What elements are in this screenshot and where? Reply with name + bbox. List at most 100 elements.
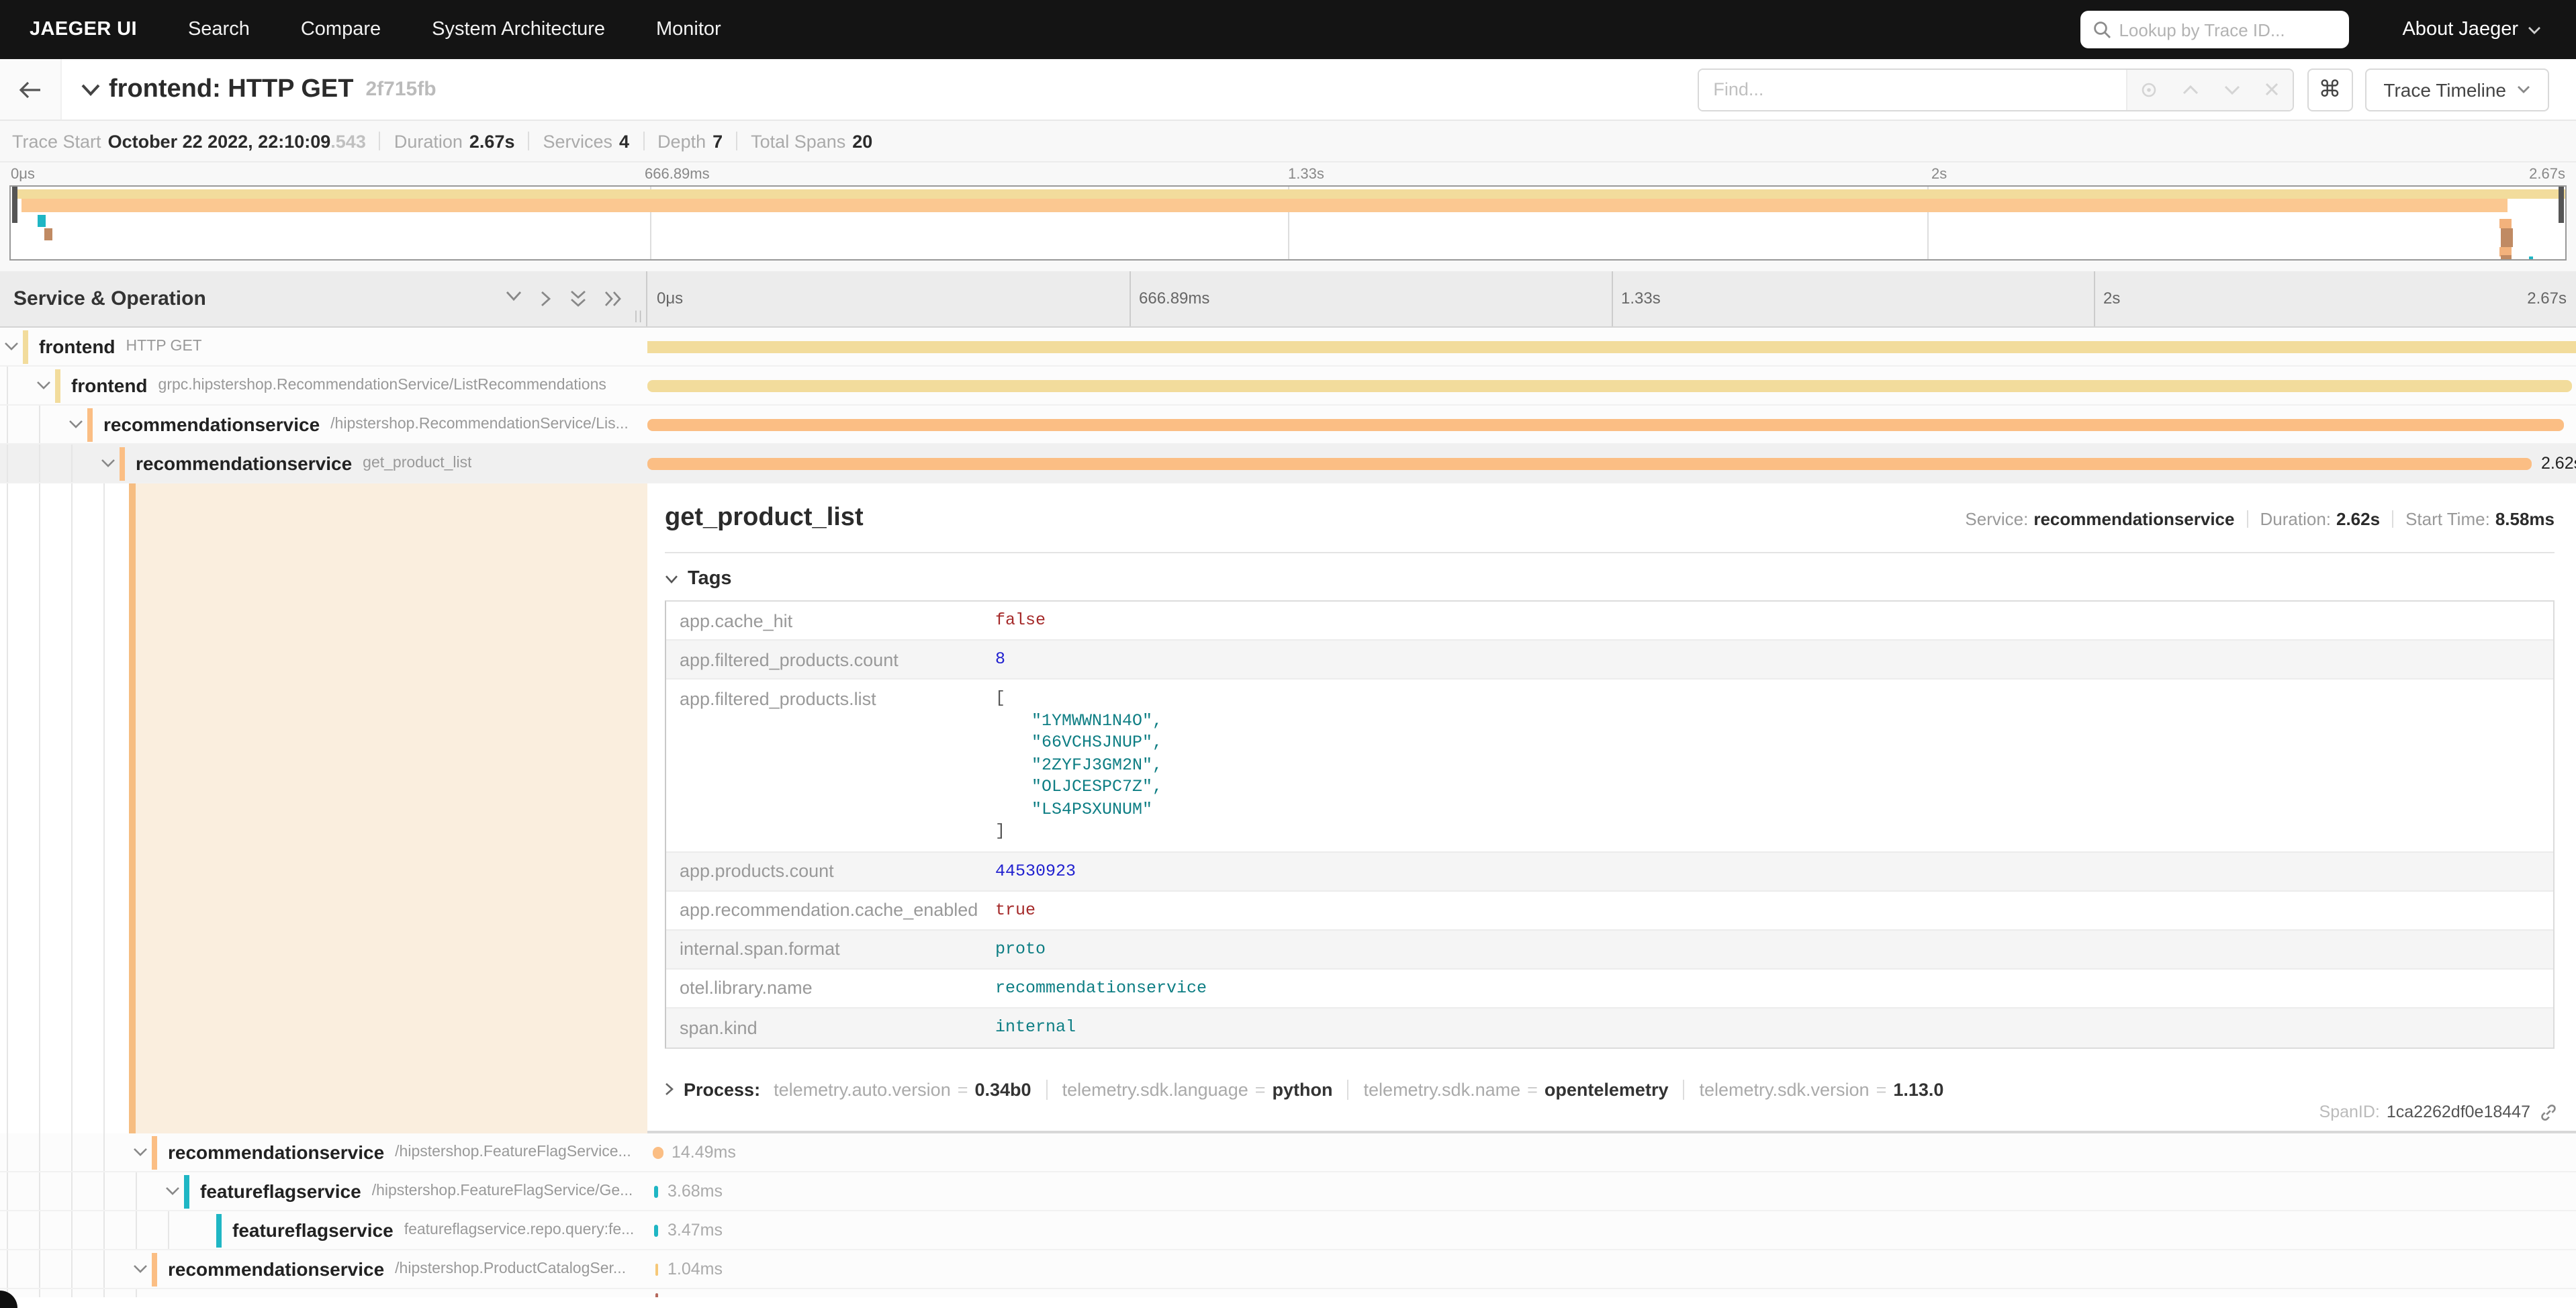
- collapse-trace-chevron-icon[interactable]: [81, 83, 101, 96]
- minimap-span-bar: [44, 228, 52, 240]
- span-detail-panel: get_product_list Service:recommendations…: [647, 483, 2576, 1133]
- tags-section-toggle[interactable]: Tags: [665, 568, 2555, 590]
- span-duration-bar[interactable]: [653, 1147, 663, 1159]
- tag-row: otel.library.name recommendationservice: [666, 969, 2553, 1008]
- focus-target-icon[interactable]: [2140, 80, 2158, 99]
- trace-depth: Depth 7: [657, 131, 723, 151]
- trace-lookup-input[interactable]: [2119, 19, 2355, 40]
- span-row-featureflagservice-repo-query[interactable]: featureflagservice featureflagservice.re…: [0, 1211, 2576, 1250]
- minimap-span-bar: [2501, 228, 2514, 238]
- tree-collapse-controls: [505, 290, 622, 308]
- minimap-span-bar: [21, 199, 2507, 212]
- search-icon: [2092, 20, 2111, 39]
- trace-view-selector[interactable]: Trace Timeline: [2364, 68, 2549, 111]
- nav-item-search[interactable]: Search: [188, 19, 250, 40]
- span-detail-title: get_product_list: [665, 504, 864, 533]
- trace-header-bar: frontend: HTTP GET 2f715fb: [0, 59, 2576, 121]
- nav-right: About Jaeger: [2080, 11, 2576, 48]
- top-navbar: JAEGER UI Search Compare System Architec…: [0, 0, 2576, 59]
- chevron-down-icon[interactable]: [161, 1186, 184, 1197]
- prev-match-icon[interactable]: [2183, 84, 2199, 95]
- trace-duration: Duration 2.67s: [394, 131, 515, 151]
- selected-span-color-bar: [129, 483, 136, 1133]
- header-controls: ⌘ Trace Timeline: [1697, 68, 2549, 111]
- about-jaeger-label: About Jaeger: [2402, 19, 2518, 40]
- chevron-down-icon[interactable]: [129, 1264, 152, 1274]
- chevron-down-icon[interactable]: [129, 1147, 152, 1158]
- span-duration-bar[interactable]: [647, 419, 2565, 431]
- command-icon: ⌘: [2318, 76, 2341, 103]
- tag-row: app.filtered_products.count 8: [666, 641, 2553, 680]
- find-controls: [2125, 69, 2292, 109]
- service-operation-title: Service & Operation: [13, 287, 206, 310]
- main-nav: Search Compare System Architecture Monit…: [188, 19, 721, 40]
- span-row-frontend-grpc[interactable]: frontend grpc.hipstershop.Recommendation…: [0, 367, 2576, 406]
- clear-find-icon[interactable]: [2265, 82, 2280, 97]
- minimap-span-bar: [2501, 255, 2512, 261]
- next-match-icon[interactable]: [2224, 84, 2240, 95]
- span-row-recommendationservice-list[interactable]: recommendationservice /hipstershop.Recom…: [0, 406, 2576, 445]
- minimap-right-handle[interactable]: [2559, 187, 2564, 223]
- span-duration-bar[interactable]: [654, 1186, 658, 1198]
- expand-all-icon[interactable]: [604, 290, 622, 308]
- about-jaeger-menu[interactable]: About Jaeger: [2402, 19, 2541, 40]
- tag-row: app.cache_hit false: [666, 602, 2553, 641]
- process-section-toggle[interactable]: Process: telemetry.auto.version=0.34b0 t…: [665, 1079, 2555, 1099]
- chevron-down-icon[interactable]: [64, 419, 87, 430]
- trace-start: Trace Start October 22 2022, 22:10:09.54…: [12, 131, 366, 151]
- trace-title: frontend: HTTP GET: [109, 75, 354, 104]
- service-operation-header: Service & Operation: [0, 271, 647, 326]
- tag-row: app.filtered_products.list [ "1YMWWN1N4O…: [666, 680, 2553, 852]
- column-resize-handle[interactable]: ||: [635, 309, 643, 322]
- trace-summary-bar: Trace Start October 22 2022, 22:10:09.54…: [0, 121, 2576, 162]
- timeline-column-header: Service & Operation: [0, 271, 2576, 328]
- collapse-one-icon[interactable]: [505, 290, 522, 308]
- find-input[interactable]: [1698, 69, 2125, 109]
- span-duration-bar[interactable]: [654, 1225, 658, 1237]
- span-row-featureflagservice-get[interactable]: featureflagservice /hipstershop.FeatureF…: [0, 1172, 2576, 1211]
- span-row-get-product-list[interactable]: recommendationservice get_product_list 2…: [0, 445, 2576, 483]
- span-duration-bar[interactable]: [647, 458, 2532, 470]
- trace-services: Services 4: [543, 131, 630, 151]
- tag-row: span.kind internal: [666, 1008, 2553, 1047]
- trace-minimap: 0μs 666.89ms 1.33s 2s 2.67s: [0, 162, 2576, 271]
- minimap-span-bar: [2530, 256, 2534, 261]
- jaeger-trace-page: JAEGER UI Search Compare System Architec…: [0, 0, 2576, 1308]
- chevron-down-icon: [2528, 25, 2541, 34]
- minimap-left-handle[interactable]: [12, 187, 17, 223]
- span-detail-meta: Service:recommendationservice Duration:2…: [1965, 509, 2555, 529]
- span-row-frontend-http-get[interactable]: frontend HTTP GET: [0, 328, 2576, 367]
- tag-row: app.recommendation.cache_enabled true: [666, 891, 2553, 930]
- trace-lookup-box[interactable]: [2080, 11, 2348, 48]
- tag-row: internal.span.format proto: [666, 930, 2553, 969]
- span-id-row: SpanID: 1ca2262df0e18447: [2319, 1103, 2557, 1121]
- span-duration-bar[interactable]: [655, 1293, 658, 1297]
- nav-item-monitor[interactable]: Monitor: [656, 19, 721, 40]
- span-duration-bar[interactable]: [647, 341, 2576, 353]
- minimap-span-bar: [38, 215, 46, 227]
- chevron-down-icon[interactable]: [97, 458, 120, 469]
- span-row-recommendationservice-featureflag[interactable]: recommendationservice /hipstershop.Featu…: [0, 1133, 2576, 1172]
- span-detail-tree-gutter: [0, 483, 647, 1133]
- deep-link-icon[interactable]: [2540, 1103, 2557, 1121]
- nav-item-compare[interactable]: Compare: [301, 19, 381, 40]
- chevron-down-icon[interactable]: [32, 380, 55, 391]
- trace-total-spans: Total Spans 20: [751, 131, 872, 151]
- back-button[interactable]: [0, 59, 62, 120]
- collapse-all-icon[interactable]: [569, 290, 587, 308]
- span-detail-block: get_product_list Service:recommendations…: [0, 483, 2576, 1133]
- chevron-down-icon[interactable]: [0, 341, 23, 352]
- minimap-canvas[interactable]: [9, 185, 2567, 261]
- span-duration-bar[interactable]: [655, 1264, 658, 1276]
- minimap-span-bar: [2499, 219, 2511, 228]
- nav-item-system-architecture[interactable]: System Architecture: [432, 19, 605, 40]
- expand-one-icon[interactable]: [540, 290, 552, 308]
- app-brand[interactable]: JAEGER UI: [30, 19, 137, 40]
- span-duration-bar[interactable]: [647, 380, 2572, 392]
- span-row-recommendationservice-productcatalog[interactable]: recommendationservice /hipstershop.Produ…: [0, 1250, 2576, 1289]
- minimap-ruler: 0μs 666.89ms 1.33s 2s 2.67s: [0, 165, 2576, 185]
- keyboard-shortcuts-button[interactable]: ⌘: [2307, 68, 2352, 111]
- span-row-partial[interactable]: [0, 1289, 2576, 1297]
- chevron-right-icon: [665, 1082, 674, 1096]
- chevron-down-icon: [2517, 85, 2530, 94]
